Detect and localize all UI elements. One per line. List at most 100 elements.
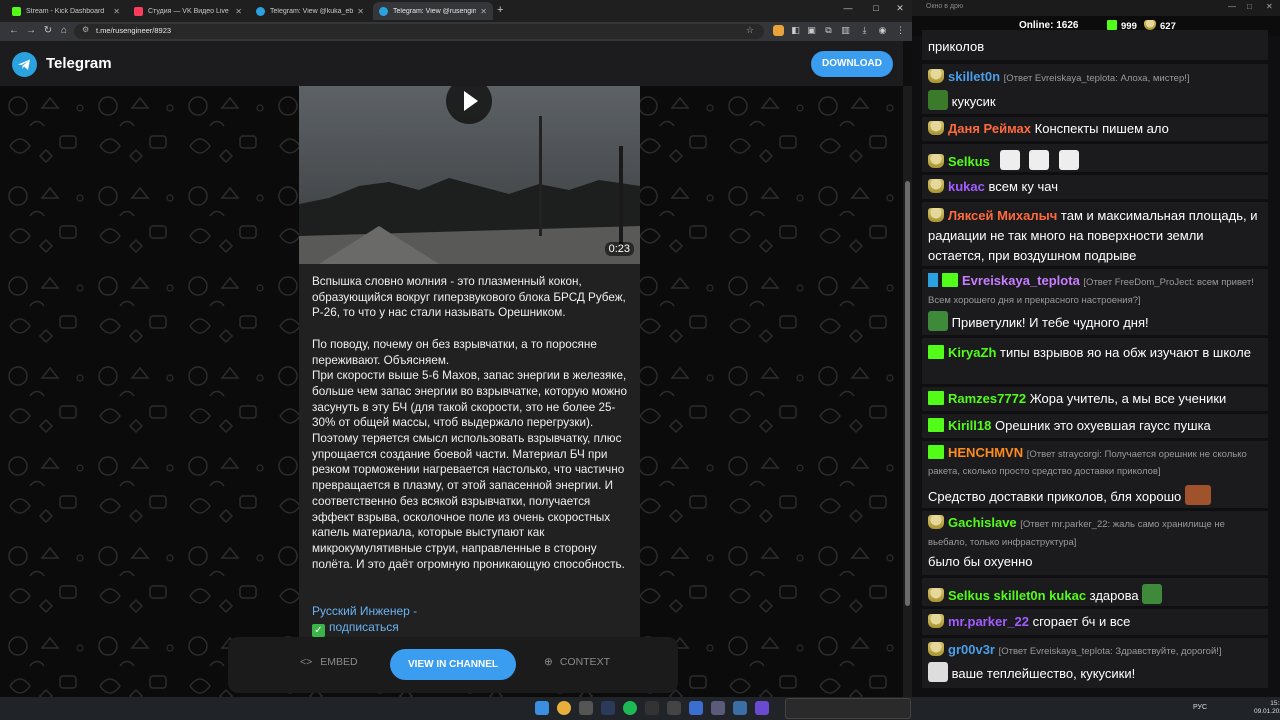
context-button[interactable]: ⊕ CONTEXT	[544, 656, 610, 668]
tab-telegram-kuka[interactable]: Telegram: View @kuka_ebkov ✕	[250, 2, 370, 20]
tab-title: Telegram: View @rusengineer	[393, 7, 477, 15]
post-video[interactable]: 0:23	[299, 86, 640, 264]
telegram-icon	[379, 6, 388, 16]
chat-username[interactable]: kukac	[948, 179, 985, 194]
message-text: ваше теплейшество, кукусики!	[951, 666, 1136, 681]
message-text: сгорает бч и все	[1032, 614, 1131, 629]
telegram-brand[interactable]: Telegram	[46, 55, 112, 72]
forward-icon[interactable]: →	[25, 25, 37, 36]
app-icon[interactable]	[755, 701, 769, 715]
message-text: Приветулик! И тебе чудного дня!	[951, 315, 1149, 330]
chat-username[interactable]: Kirill18	[948, 418, 991, 433]
close-icon[interactable]: ✕	[235, 7, 242, 16]
chat-username[interactable]: Ramzes7772	[948, 391, 1026, 406]
chat-username[interactable]: Selkus	[948, 154, 990, 169]
close-window-button[interactable]: ✕	[890, 3, 910, 14]
minimize-button[interactable]: —	[1228, 2, 1236, 11]
kick-badge-icon	[928, 445, 944, 459]
chat-username[interactable]: Даня Реймах	[948, 121, 1031, 136]
extensions-puzzle-icon[interactable]: ⧉	[823, 25, 834, 36]
start-menu-icon[interactable]	[535, 701, 549, 715]
close-icon[interactable]: ✕	[357, 7, 364, 16]
chat-username[interactable]: HENCHMVN	[948, 445, 1023, 460]
chat-username[interactable]: mr.parker_22	[948, 614, 1029, 629]
scrollbar-thumb[interactable]	[905, 181, 910, 606]
chat-username[interactable]: Gachislave	[948, 515, 1017, 530]
mentioned-users[interactable]: skillet0n kukac	[994, 588, 1087, 603]
extension-icon[interactable]	[773, 25, 784, 36]
app-icon[interactable]	[711, 701, 725, 715]
message-text: типы взрывов яо на обж изучают в школе	[1000, 345, 1251, 360]
subscribe-link[interactable]: ✓ подписаться	[312, 620, 399, 637]
media-widget[interactable]	[785, 698, 911, 719]
app-icon[interactable]	[689, 701, 703, 715]
spotify-icon[interactable]	[623, 701, 637, 715]
tab-vk-studio[interactable]: Студия — VK Видео Live ✕	[128, 2, 248, 20]
play-button[interactable]	[446, 86, 492, 124]
clock-time: 15:13	[1270, 700, 1280, 707]
chat-username[interactable]: KiryaZh	[948, 345, 996, 360]
app-icon[interactable]	[667, 701, 681, 715]
chat-message: skillet0n [Ответ Evreiskaya_teplota: Ало…	[922, 64, 1268, 114]
chat-message: Selkus skillet0n kukac здарова	[922, 578, 1268, 606]
cup-badge-icon	[928, 69, 944, 83]
context-label: CONTEXT	[559, 656, 610, 668]
maximize-button[interactable]: □	[1247, 2, 1252, 11]
new-tab-button[interactable]: +	[497, 4, 503, 16]
chat-message: Selkus	[922, 144, 1268, 172]
emote-icon	[928, 90, 948, 110]
view-in-channel-button[interactable]: VIEW IN CHANNEL	[390, 649, 516, 680]
message-text: Конспекты пишем ало	[1034, 121, 1169, 136]
pepe-emote-icon	[1142, 584, 1163, 604]
chat-username[interactable]: Evreiskaya_teplota	[962, 273, 1080, 288]
language-indicator[interactable]: РУС	[1193, 704, 1207, 711]
browser-window: Stream - Kick Dashboard ✕ Студия — VK Ви…	[0, 0, 912, 697]
steam-icon[interactable]	[601, 701, 615, 715]
message-text: Орешник это охуевшая гаусс пушка	[994, 418, 1211, 433]
embed-button[interactable]: <> EMBED	[300, 656, 358, 668]
app-icon[interactable]	[733, 701, 747, 715]
address-bar[interactable]: ⚙ t.me/rusengineer/8923 ☆	[74, 24, 764, 39]
back-icon[interactable]: ←	[8, 25, 20, 36]
tab-title: Stream - Kick Dashboard	[26, 7, 105, 15]
chat-username[interactable]: skillet0n	[948, 69, 1000, 84]
site-info-icon[interactable]: ⚙	[82, 25, 89, 34]
kick-icon	[12, 6, 21, 16]
close-icon[interactable]: ✕	[480, 7, 487, 16]
download-icon[interactable]: ⤓	[859, 25, 870, 36]
chat-message: mr.parker_22 сгорает бч и все	[922, 609, 1268, 635]
profile-icon[interactable]: ◉	[877, 25, 888, 36]
chat-message: Ляксей Михалыч там и максимальная площад…	[922, 202, 1268, 266]
reload-icon[interactable]: ↻	[42, 25, 54, 36]
chat-username[interactable]: gr00v3r	[948, 642, 995, 657]
obs-icon[interactable]	[645, 701, 659, 715]
close-window-button[interactable]: ✕	[1266, 2, 1273, 11]
subscribe-label: подписаться	[329, 620, 399, 634]
tab-telegram-rusengineer[interactable]: Telegram: View @rusengineer ✕	[373, 2, 493, 20]
cat-emote-icon	[999, 150, 1020, 170]
chat-username[interactable]: Ляксей Михалыч	[948, 208, 1057, 223]
sword-badge-icon	[928, 273, 938, 287]
system-clock[interactable]: 15:13 09.01.2026	[1254, 700, 1280, 716]
kick-badge-icon	[928, 391, 944, 405]
maximize-button[interactable]: □	[866, 3, 886, 13]
channel-author-link[interactable]: Русский Инженер -	[312, 604, 417, 618]
download-button[interactable]: DOWNLOAD	[811, 51, 893, 77]
reply-quote: [Ответ Evreiskaya_teplota: Здравствуйте,…	[998, 646, 1222, 657]
bookmark-star-icon[interactable]: ☆	[746, 25, 754, 36]
extension-icon[interactable]: ▣	[806, 25, 817, 36]
tab-kick-dashboard[interactable]: Stream - Kick Dashboard ✕	[6, 2, 126, 20]
message-text: Жора учитель, а мы все ученики	[1029, 391, 1227, 406]
chrome-icon[interactable]	[557, 701, 571, 715]
minimize-button[interactable]: —	[838, 3, 858, 13]
menu-icon[interactable]: ⋮	[895, 25, 906, 36]
telegram-logo-icon[interactable]	[12, 52, 37, 77]
sidepanel-icon[interactable]: ▥	[840, 25, 851, 36]
close-icon[interactable]: ✕	[113, 7, 120, 16]
explorer-icon[interactable]	[579, 701, 593, 715]
message-text: приколов	[928, 39, 985, 54]
extension-icon[interactable]: ◧	[790, 25, 801, 36]
chat-username[interactable]: Selkus	[948, 588, 990, 603]
chat-window-title: Окно в дрю	[926, 3, 964, 10]
home-icon[interactable]: ⌂	[58, 25, 70, 36]
